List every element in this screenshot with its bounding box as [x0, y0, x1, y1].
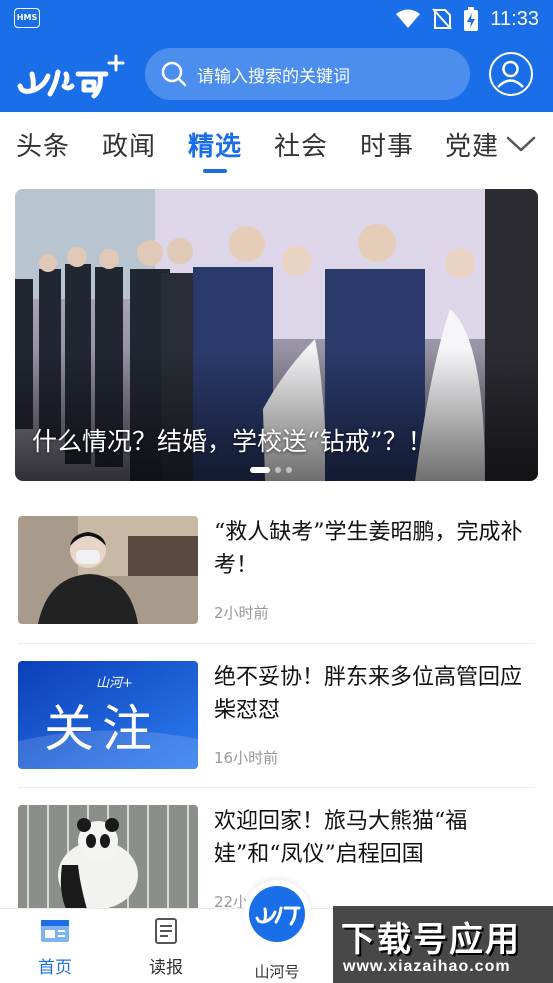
user-avatar-button[interactable] — [489, 52, 533, 96]
news-thumbnail: 山河+ 关注 — [18, 661, 198, 769]
focus-label: 关注 — [44, 700, 160, 758]
tab-jingxuan[interactable]: 精选 — [188, 126, 242, 163]
nav-home[interactable]: 首页 — [20, 917, 90, 978]
search-bar[interactable]: 请输入搜索的关键词 — [145, 48, 470, 100]
news-thumbnail — [18, 805, 198, 913]
divider — [18, 643, 535, 644]
watermark-title: 下载号应用 — [341, 920, 521, 960]
carousel-dot — [275, 467, 281, 473]
clock: 11:33 — [490, 7, 539, 30]
wifi-icon — [396, 9, 421, 28]
tab-toutiao[interactable]: 头条 — [16, 126, 70, 163]
shanhe-logo[interactable] — [14, 52, 129, 102]
nav-home-label: 首页 — [38, 958, 72, 978]
panda-photo — [18, 805, 198, 913]
tab-dangjian[interactable]: 党建 — [445, 126, 499, 163]
featured-banner[interactable]: 什么情况？结婚，学校送“钻戒”？！ — [15, 189, 538, 481]
battery-icon — [464, 7, 479, 31]
watermark-overlay: 下载号应用 www.xiazaihao.com — [333, 906, 553, 983]
hms-badge: HMS — [14, 8, 40, 28]
tab-shishi[interactable]: 时事 — [360, 126, 414, 163]
chevron-down-icon[interactable] — [505, 132, 537, 156]
shanhe-logo-icon — [249, 886, 305, 942]
active-tab-indicator — [203, 169, 227, 173]
status-bar: HMS 11:33 — [0, 0, 553, 38]
news-item[interactable]: “救人缺考”学生姜昭鹏，完成补考！ 2小时前 — [18, 516, 535, 644]
carousel-dot — [286, 467, 292, 473]
carousel-dot-active — [250, 467, 270, 473]
search-placeholder: 请输入搜索的关键词 — [197, 66, 350, 87]
banner-title: 什么情况？结婚，学校送“钻戒”？！ — [32, 427, 433, 456]
news-item[interactable]: 山河+ 关注 绝不妥协！胖东来多位高管回应柴怼怼 16小时前 — [18, 661, 535, 789]
student-photo — [18, 516, 198, 624]
news-time: 16小时前 — [214, 749, 279, 767]
category-tabs: 头条 政闻 精选 社会 时事 党建 — [0, 112, 553, 178]
app-header: HMS 11:33 请输入搜索的关键词 — [0, 0, 553, 112]
tab-zhengwen[interactable]: 政闻 — [102, 126, 156, 163]
nav-newspaper[interactable]: 读报 — [131, 917, 201, 978]
user-icon — [497, 60, 524, 88]
search-icon — [161, 61, 187, 87]
watermark-url: www.xiazaihao.com — [343, 958, 511, 975]
news-time: 2小时前 — [214, 604, 269, 622]
newspaper-icon — [155, 918, 177, 944]
carousel-indicator — [250, 467, 292, 473]
nav-shanhehao-label[interactable]: 山河号 — [243, 961, 311, 982]
no-sim-icon — [432, 8, 453, 30]
nav-newspaper-label: 读报 — [149, 958, 183, 978]
status-icons: 11:33 — [396, 6, 539, 32]
home-news-icon — [41, 920, 69, 942]
news-thumbnail — [18, 516, 198, 624]
news-title: 欢迎回家！旅马大熊猫“福娃”和“凤仪”启程回国 — [214, 809, 468, 867]
news-title: 绝不妥协！胖东来多位高管回应柴怼怼 — [214, 665, 523, 723]
tab-shehui[interactable]: 社会 — [274, 126, 328, 163]
divider — [18, 787, 535, 788]
news-title: “救人缺考”学生姜昭鹏，完成补考！ — [214, 520, 523, 578]
shanhe-center-button[interactable] — [243, 880, 311, 948]
